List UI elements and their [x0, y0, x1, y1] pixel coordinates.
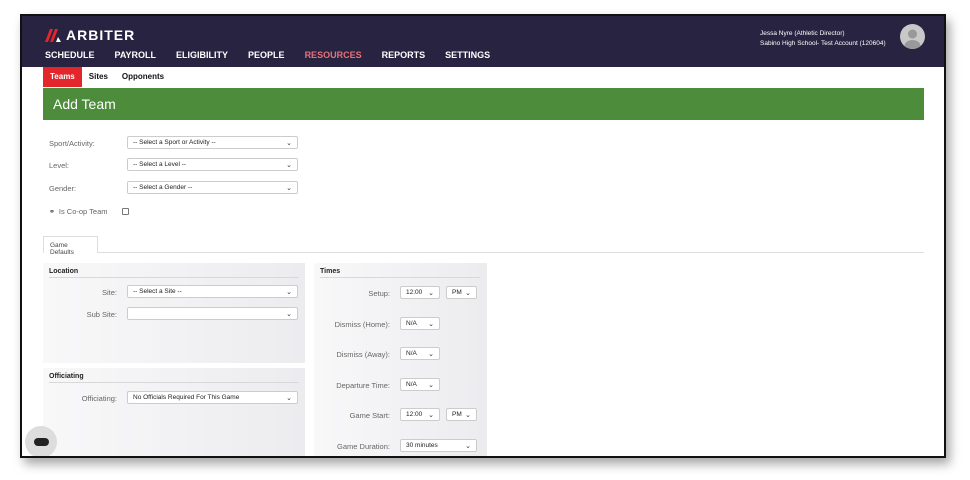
chevron-down-icon: ⌄	[286, 288, 292, 296]
game-start-time: 12:00	[406, 411, 423, 418]
handshake-icon: ⚭	[49, 208, 55, 216]
tab-divider	[43, 252, 924, 253]
duration-select[interactable]: 30 minutes ⌄	[400, 439, 477, 452]
arbiter-logo-icon	[45, 28, 61, 42]
chevron-down-icon: ⌄	[428, 411, 434, 419]
user-icon	[904, 29, 921, 49]
user-name: Jessa Nyre (Athletic Director)	[760, 30, 845, 37]
coop-row: ⚭ Is Co-op Team	[49, 207, 129, 216]
game-start-ampm-select[interactable]: PM ⌄	[446, 408, 477, 421]
chat-button[interactable]	[25, 426, 57, 456]
subnav-opponents[interactable]: Opponents	[115, 67, 171, 87]
sport-select[interactable]: -- Select a Sport or Activity -- ⌄	[127, 136, 298, 149]
nav-resources[interactable]: RESOURCES	[305, 50, 362, 60]
avatar[interactable]	[900, 24, 925, 49]
chevron-down-icon: ⌄	[428, 350, 434, 358]
chat-icon	[34, 438, 49, 446]
dismiss-away-select[interactable]: N/A ⌄	[400, 347, 440, 360]
gender-label: Gender:	[49, 184, 77, 193]
level-select[interactable]: -- Select a Level -- ⌄	[127, 158, 298, 171]
site-select[interactable]: -- Select a Site -- ⌄	[127, 285, 298, 298]
officiating-label: Officiating:	[81, 394, 117, 403]
setup-time-select[interactable]: 12:00 ⌄	[400, 286, 440, 299]
subsite-select[interactable]: ⌄	[127, 307, 298, 320]
tab-game-defaults[interactable]: Game Defaults	[43, 236, 98, 256]
app-window: ARBITER SCHEDULE PAYROLL ELIGIBILITY PEO…	[20, 14, 946, 458]
duration-value: 30 minutes	[406, 442, 438, 449]
setup-ampm-select[interactable]: PM ⌄	[446, 286, 477, 299]
game-start-time-select[interactable]: 12:00 ⌄	[400, 408, 440, 421]
brand-name: ARBITER	[66, 27, 136, 43]
officiating-select[interactable]: No Officials Required For This Game ⌄	[127, 391, 298, 404]
nav-eligibility[interactable]: ELIGIBILITY	[176, 50, 228, 60]
dismiss-home-value: N/A	[406, 320, 417, 327]
chevron-down-icon: ⌄	[286, 161, 292, 169]
gender-value: -- Select a Gender --	[133, 184, 193, 191]
chevron-down-icon: ⌄	[428, 320, 434, 328]
chevron-down-icon: ⌄	[286, 184, 292, 192]
nav-reports[interactable]: REPORTS	[382, 50, 426, 60]
times-title: Times	[320, 268, 480, 278]
game-start-ampm: PM	[452, 411, 462, 418]
nav-settings[interactable]: SETTINGS	[445, 50, 490, 60]
setup-time: 12:00	[406, 289, 423, 296]
nav-schedule[interactable]: SCHEDULE	[45, 50, 95, 60]
location-panel: Location Site: -- Select a Site -- ⌄ Sub …	[43, 263, 305, 363]
user-info: Jessa Nyre (Athletic Director) Sabino Hi…	[760, 29, 886, 49]
subnav-teams[interactable]: Teams	[43, 67, 82, 87]
chevron-down-icon: ⌄	[428, 289, 434, 297]
setup-ampm: PM	[452, 289, 462, 296]
chevron-down-icon: ⌄	[465, 289, 471, 297]
dismiss-away-value: N/A	[406, 350, 417, 357]
chevron-down-icon: ⌄	[465, 442, 471, 450]
chevron-down-icon: ⌄	[428, 381, 434, 389]
dismiss-home-label: Dismiss (Home):	[334, 320, 390, 329]
departure-label: Departure Time:	[336, 381, 390, 390]
subnav-sites[interactable]: Sites	[82, 67, 115, 87]
site-value: -- Select a Site --	[133, 288, 182, 295]
game-start-label: Game Start:	[349, 411, 390, 420]
sub-nav: Teams Sites Opponents	[43, 67, 171, 87]
site-label: Site:	[101, 288, 117, 297]
officiating-panel: Officiating Officiating: No Officials Re…	[43, 368, 305, 456]
chevron-down-icon: ⌄	[286, 394, 292, 402]
main-menu: SCHEDULE PAYROLL ELIGIBILITY PEOPLE RESO…	[45, 50, 510, 60]
page-title: Add Team	[43, 88, 924, 120]
arbiter-logo[interactable]: ARBITER	[45, 27, 135, 43]
nav-people[interactable]: PEOPLE	[248, 50, 285, 60]
top-nav: ARBITER SCHEDULE PAYROLL ELIGIBILITY PEO…	[22, 16, 944, 67]
coop-checkbox[interactable]	[121, 208, 129, 215]
nav-payroll[interactable]: PAYROLL	[115, 50, 157, 60]
departure-value: N/A	[406, 381, 417, 388]
officiating-value: No Officials Required For This Game	[133, 394, 240, 401]
setup-label: Setup:	[368, 289, 390, 298]
level-value: -- Select a Level --	[133, 161, 187, 168]
gender-select[interactable]: -- Select a Gender -- ⌄	[127, 181, 298, 194]
dismiss-away-label: Dismiss (Away):	[336, 350, 390, 359]
times-panel: Times Setup: 12:00 ⌄ PM ⌄ Dismiss (Home): …	[314, 263, 487, 456]
user-account: Sabino High School- Test Account (120604…	[760, 40, 886, 47]
coop-label: Is Co-op Team	[58, 207, 108, 216]
sport-value: -- Select a Sport or Activity --	[133, 139, 216, 146]
subsite-label: Sub Site:	[86, 310, 117, 319]
chevron-down-icon: ⌄	[286, 310, 292, 318]
chevron-down-icon: ⌄	[286, 139, 292, 147]
duration-label: Game Duration:	[337, 442, 390, 451]
location-title: Location	[49, 268, 299, 278]
departure-select[interactable]: N/A ⌄	[400, 378, 440, 391]
sport-label: Sport/Activity:	[49, 139, 95, 148]
dismiss-home-select[interactable]: N/A ⌄	[400, 317, 440, 330]
level-label: Level:	[49, 161, 70, 170]
officiating-title: Officiating	[49, 373, 299, 383]
chevron-down-icon: ⌄	[465, 411, 471, 419]
